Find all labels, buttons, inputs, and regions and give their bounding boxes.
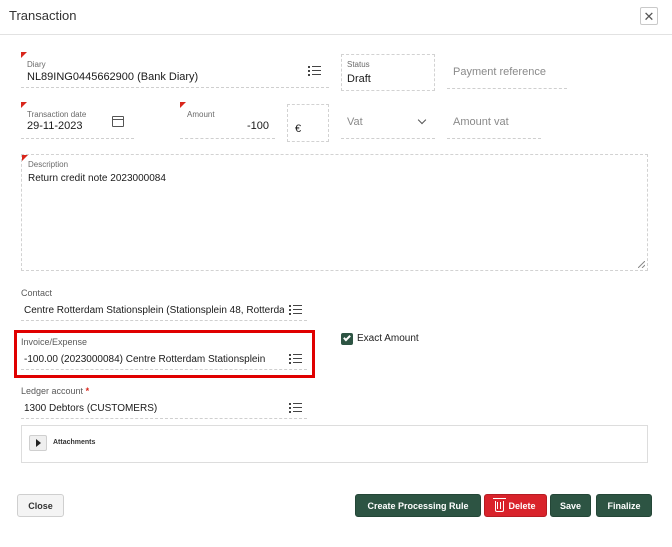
required-marker (180, 102, 186, 108)
checkbox-checked-icon[interactable] (341, 333, 353, 345)
payment-reference-field[interactable]: Payment reference (447, 54, 567, 89)
status-field: Status Draft (341, 54, 435, 91)
transaction-date-value: 29-11-2023 (27, 120, 83, 132)
dialog-title: Transaction (9, 8, 77, 23)
status-label: Status (347, 60, 370, 69)
vat-select[interactable]: Vat (341, 104, 435, 139)
required-marker (21, 102, 27, 108)
delete-label: Delete (508, 500, 536, 511)
attachments-label: Attachments (53, 439, 96, 446)
finalize-button[interactable]: Finalize (596, 494, 652, 517)
amount-vat-field[interactable]: Amount vat (447, 104, 541, 139)
transaction-date-field[interactable]: Transaction date 29-11-2023 (21, 102, 134, 139)
status-value: Draft (347, 73, 371, 85)
chevron-down-icon (417, 115, 427, 125)
ledger-account-field[interactable]: 1300 Debtors (CUSTOMERS) (21, 397, 307, 419)
exact-amount-checkbox[interactable]: Exact Amount (341, 332, 441, 346)
attachments-panel: Attachments (21, 425, 648, 463)
list-icon[interactable] (289, 305, 302, 316)
ledger-account-label-text: Ledger account (21, 386, 84, 396)
close-icon[interactable]: ✕ (640, 7, 658, 25)
close-button[interactable]: Close (17, 494, 64, 517)
transaction-date-label: Transaction date (27, 110, 87, 119)
play-icon (36, 439, 41, 447)
contact-field[interactable]: Centre Rotterdam Stationsplein (Stations… (21, 299, 307, 321)
resize-handle-icon[interactable] (638, 261, 645, 268)
currency-field[interactable]: € (287, 104, 329, 142)
dialog-header: Transaction ✕ (0, 0, 672, 35)
amount-label: Amount (187, 110, 215, 119)
vat-placeholder: Vat (347, 116, 363, 128)
payment-reference-placeholder: Payment reference (453, 66, 546, 78)
save-button[interactable]: Save (550, 494, 591, 517)
contact-label: Contact (21, 288, 53, 298)
required-asterisk: * (85, 386, 90, 396)
currency-value: € (295, 123, 302, 135)
trash-icon (493, 498, 507, 512)
list-icon[interactable] (289, 403, 302, 414)
exact-amount-label: Exact Amount (357, 333, 419, 344)
highlight-annotation (14, 330, 315, 378)
ledger-account-value: 1300 Debtors (CUSTOMERS) (24, 403, 158, 414)
diary-field[interactable]: Diary NL89ING0445662900 (Bank Diary) (21, 52, 329, 88)
create-processing-rule-button[interactable]: Create Processing Rule (355, 494, 481, 517)
calendar-icon[interactable] (112, 116, 124, 127)
amount-vat-placeholder: Amount vat (453, 116, 509, 128)
delete-button[interactable]: Delete (484, 494, 547, 517)
required-marker (21, 52, 27, 58)
amount-value: -100 (246, 120, 269, 132)
description-value: Return credit note 2023000084 (28, 173, 166, 184)
contact-value: Centre Rotterdam Stationsplein (Stations… (24, 305, 284, 316)
diary-value: NL89ING0445662900 (Bank Diary) (27, 71, 199, 83)
description-label: Description (28, 160, 69, 169)
amount-field[interactable]: Amount -100 (180, 102, 275, 139)
diary-label: Diary (27, 60, 46, 69)
ledger-account-label: Ledger account * (21, 386, 89, 396)
attachments-toggle[interactable] (29, 435, 47, 451)
list-icon[interactable] (308, 66, 321, 77)
description-textarea[interactable]: Description Return credit note 202300008… (21, 154, 648, 271)
